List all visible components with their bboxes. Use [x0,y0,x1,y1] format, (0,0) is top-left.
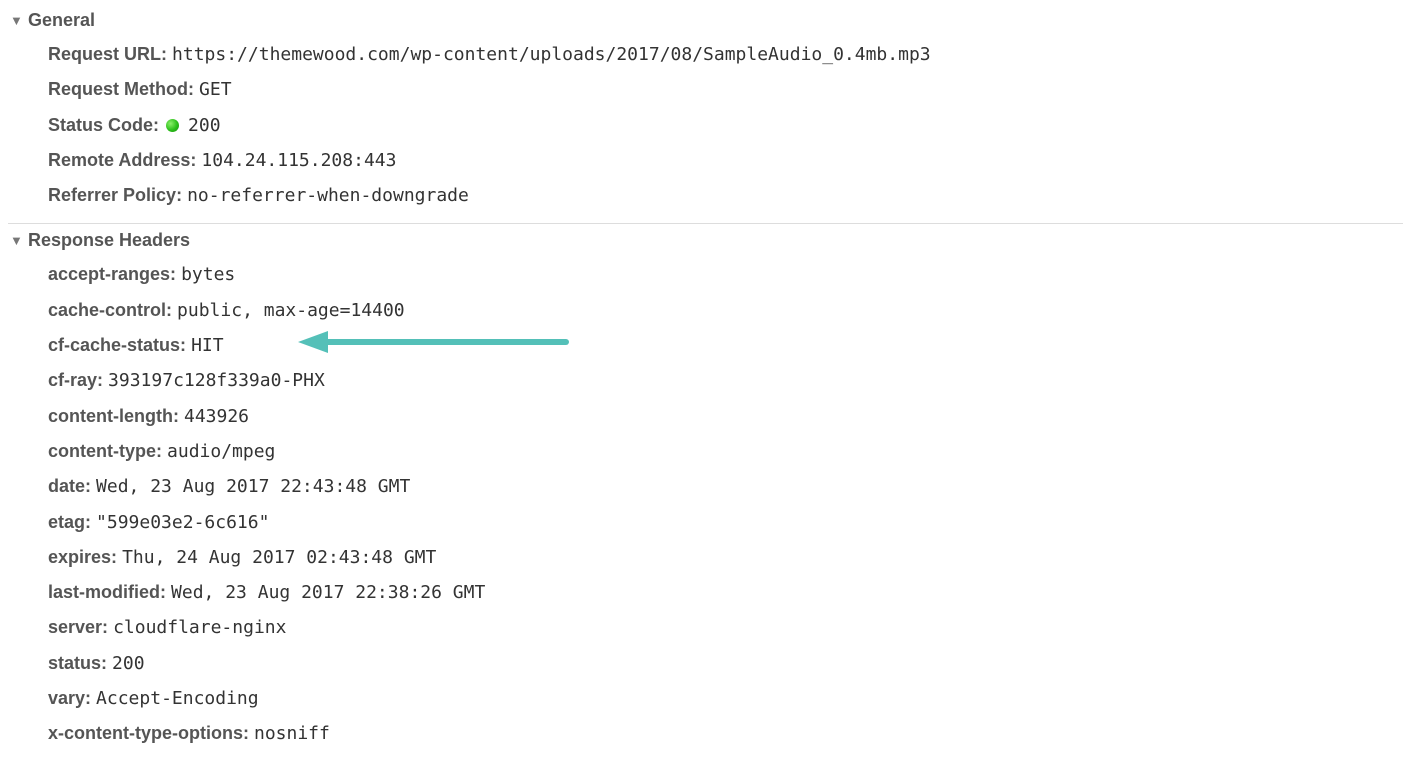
row-content-type: content-type: audio/mpeg [0,434,1411,469]
value-remote-address: 104.24.115.208:443 [201,150,396,171]
section-title-general: General [28,10,95,31]
row-expires: expires: Thu, 24 Aug 2017 02:43:48 GMT [0,540,1411,575]
row-cf-cache-status: cf-cache-status: HIT [0,328,1411,363]
value-content-length: 443926 [184,406,249,427]
value-status: 200 [112,653,145,674]
row-server: server: cloudflare-nginx [0,610,1411,645]
label-cf-cache-status: cf-cache-status: [48,335,186,355]
label-etag: etag: [48,512,91,532]
value-expires: Thu, 24 Aug 2017 02:43:48 GMT [122,547,436,568]
label-server: server: [48,617,108,637]
row-referrer-policy: Referrer Policy: no-referrer-when-downgr… [0,178,1411,213]
section-header-general[interactable]: ▼ General [0,6,1411,35]
value-date: Wed, 23 Aug 2017 22:43:48 GMT [96,476,410,497]
headers-panel: ▼ General Request URL: https://themewood… [0,0,1411,772]
label-remote-address: Remote Address: [48,150,196,170]
row-accept-ranges: accept-ranges: bytes [0,257,1411,292]
row-etag: etag: "599e03e2-6c616" [0,505,1411,540]
row-status: status: 200 [0,646,1411,681]
label-x-content-type-options: x-content-type-options: [48,723,249,743]
value-accept-ranges: bytes [181,264,235,285]
label-vary: vary: [48,688,91,708]
label-referrer-policy: Referrer Policy: [48,185,182,205]
value-last-modified: Wed, 23 Aug 2017 22:38:26 GMT [171,582,485,603]
label-request-url: Request URL: [48,44,167,64]
label-date: date: [48,476,91,496]
value-vary: Accept-Encoding [96,688,259,709]
label-cf-ray: cf-ray: [48,370,103,390]
row-request-url: Request URL: https://themewood.com/wp-co… [0,37,1411,72]
section-body-general: Request URL: https://themewood.com/wp-co… [0,35,1411,221]
section-header-response-headers[interactable]: ▼ Response Headers [0,226,1411,255]
label-last-modified: last-modified: [48,582,166,602]
row-cf-ray: cf-ray: 393197c128f339a0-PHX [0,363,1411,398]
value-status-code: 200 [188,115,221,136]
value-etag: "599e03e2-6c616" [96,512,269,533]
label-content-length: content-length: [48,406,179,426]
value-cache-control: public, max-age=14400 [177,300,405,321]
label-status: status: [48,653,107,673]
value-cf-ray: 393197c128f339a0-PHX [108,370,325,391]
section-body-response-headers: accept-ranges: bytes cache-control: publ… [0,255,1411,759]
value-request-url: https://themewood.com/wp-content/uploads… [172,44,931,65]
row-x-content-type-options: x-content-type-options: nosniff [0,716,1411,751]
label-expires: expires: [48,547,117,567]
row-content-length: content-length: 443926 [0,399,1411,434]
label-cache-control: cache-control: [48,300,172,320]
row-cache-control: cache-control: public, max-age=14400 [0,293,1411,328]
caret-down-icon: ▼ [10,234,26,247]
value-request-method: GET [199,79,232,100]
annotation-arrow-icon [296,327,576,357]
row-remote-address: Remote Address: 104.24.115.208:443 [0,143,1411,178]
value-content-type: audio/mpeg [167,441,275,462]
row-vary: vary: Accept-Encoding [0,681,1411,716]
caret-down-icon: ▼ [10,14,26,27]
divider [8,223,1403,224]
value-referrer-policy: no-referrer-when-downgrade [187,185,469,206]
value-cf-cache-status: HIT [191,335,224,356]
value-x-content-type-options: nosniff [254,723,330,744]
label-request-method: Request Method: [48,79,194,99]
status-dot-icon [166,119,179,132]
section-title-response-headers: Response Headers [28,230,190,251]
row-last-modified: last-modified: Wed, 23 Aug 2017 22:38:26… [0,575,1411,610]
label-accept-ranges: accept-ranges: [48,264,176,284]
row-status-code: Status Code: 200 [0,108,1411,143]
label-status-code: Status Code: [48,115,159,135]
label-content-type: content-type: [48,441,162,461]
value-server: cloudflare-nginx [113,617,286,638]
row-date: date: Wed, 23 Aug 2017 22:43:48 GMT [0,469,1411,504]
row-request-method: Request Method: GET [0,72,1411,107]
